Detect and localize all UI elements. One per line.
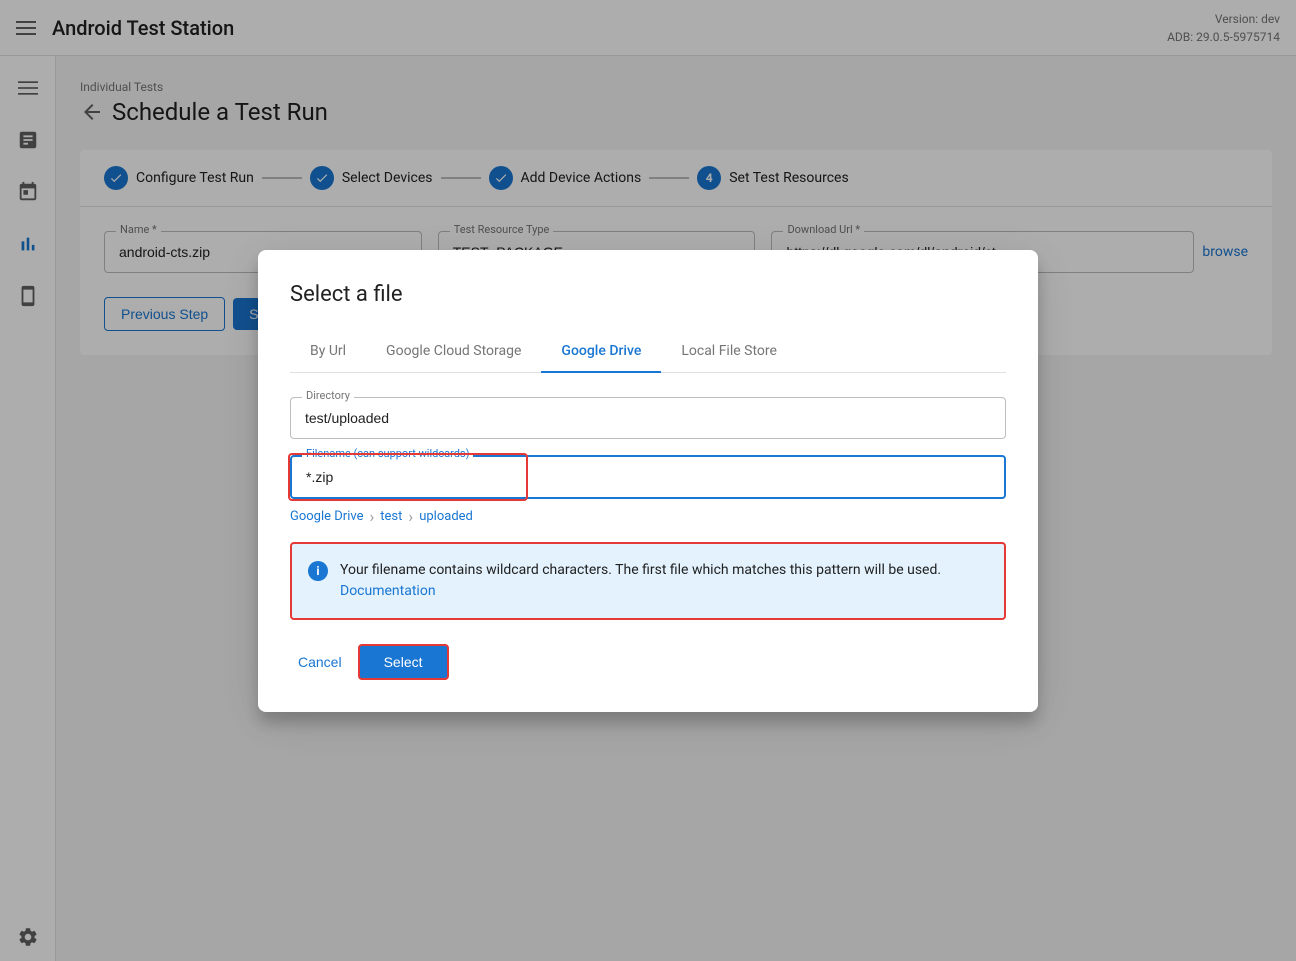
breadcrumb-path1[interactable]: test	[380, 509, 402, 524]
directory-field: Directory	[290, 397, 1006, 439]
tab-google-cloud-storage[interactable]: Google Cloud Storage	[366, 331, 541, 373]
breadcrumb-root[interactable]: Google Drive	[290, 509, 363, 524]
dialog-title: Select a file	[290, 282, 1006, 307]
directory-input[interactable]	[290, 397, 1006, 439]
dialog-select-button[interactable]: Select	[358, 644, 449, 680]
filename-wrap: Filename (can support wildcards)	[290, 455, 1006, 499]
file-path-breadcrumb: Google Drive › test › uploaded	[290, 507, 1006, 526]
filename-input[interactable]	[290, 455, 1006, 499]
tab-by-url[interactable]: By Url	[290, 331, 366, 373]
dialog-tabs: By Url Google Cloud Storage Google Drive…	[290, 331, 1006, 373]
dialog-cancel-button[interactable]: Cancel	[290, 646, 350, 678]
filename-label: Filename (can support wildcards)	[302, 447, 473, 460]
breadcrumb-sep-2: ›	[408, 507, 413, 526]
breadcrumb-path2[interactable]: uploaded	[419, 509, 473, 524]
tab-google-drive[interactable]: Google Drive	[541, 331, 661, 373]
directory-label: Directory	[302, 389, 354, 402]
select-file-dialog: Select a file By Url Google Cloud Storag…	[258, 250, 1038, 712]
dialog-buttons: Cancel Select	[290, 644, 1006, 680]
breadcrumb-sep-1: ›	[369, 507, 374, 526]
filename-field: Filename (can support wildcards)	[290, 455, 1006, 499]
info-box: i Your filename contains wildcard charac…	[290, 542, 1006, 620]
tab-local-file-store[interactable]: Local File Store	[661, 331, 797, 373]
dialog-overlay: Select a file By Url Google Cloud Storag…	[0, 0, 1296, 961]
info-icon: i	[308, 561, 328, 581]
documentation-link[interactable]: Documentation	[340, 583, 436, 599]
info-text: Your filename contains wildcard characte…	[340, 560, 988, 602]
